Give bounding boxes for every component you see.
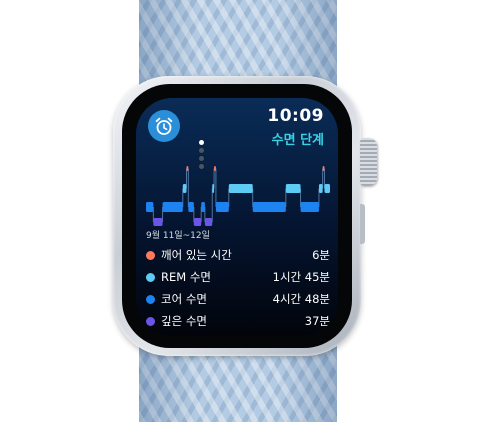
legend-row-core[interactable]: 코어 수면 4시간 48분	[146, 288, 330, 310]
legend-label-core: 코어 수면	[161, 292, 207, 306]
page-indicator	[199, 140, 205, 172]
sleep-stage-chart	[146, 166, 330, 226]
stage-segment-awake	[322, 166, 325, 171]
status-time: 10:09	[267, 106, 324, 126]
stage-segment-core	[146, 202, 154, 212]
legend-value-deep: 37분	[304, 314, 330, 328]
stage-segment-deep	[153, 218, 163, 226]
stage-segment-deep	[204, 218, 213, 226]
legend-value-awake: 6분	[312, 248, 330, 262]
sleep-stage-legend: 깨어 있는 시간 6분 REM 수면 1시간 45분코어 수면 4시간 48분깊은 수면…	[146, 244, 330, 332]
page-dot-4	[199, 164, 204, 169]
legend-row-deep[interactable]: 깊은 수면 37분	[146, 310, 330, 332]
stage-segment-core	[252, 202, 286, 212]
stage-segment-core	[201, 202, 205, 212]
alarm-clock-glyph	[155, 117, 173, 135]
legend-dot-deep	[146, 316, 155, 326]
stage-segment-rem	[324, 184, 330, 193]
stage-segment-core	[215, 202, 229, 212]
legend-value-rem: 1시간 45분	[272, 270, 330, 284]
legend-label-rem: REM 수면	[161, 270, 211, 284]
legend-row-rem[interactable]: REM 수면 1시간 45분	[146, 266, 330, 288]
page-dot-2	[199, 148, 204, 153]
stage-segment-awake	[186, 166, 189, 171]
legend-dot-core	[146, 294, 155, 304]
stage-segment-rem	[182, 184, 187, 193]
stage-segment-deep	[193, 218, 202, 226]
side-button[interactable]	[360, 204, 365, 244]
alarm-clock-icon[interactable]	[148, 110, 180, 142]
page-dot-3	[199, 156, 204, 161]
legend-label-awake: 깨어 있는 시간	[161, 248, 232, 262]
legend-row-awake[interactable]: 깨어 있는 시간 6분	[146, 244, 330, 266]
legend-value-core: 4시간 48분	[272, 292, 330, 306]
legend-dot-awake	[146, 250, 155, 260]
stage-segment-core	[188, 202, 194, 212]
stage-segment-awake	[214, 166, 216, 171]
stage-segment-core	[162, 202, 183, 212]
stage-segment-rem	[228, 184, 253, 193]
legend-label-deep: 깊은 수면	[161, 314, 207, 328]
stage-segment-rem	[285, 184, 301, 193]
digital-crown[interactable]	[360, 138, 377, 186]
legend-dot-rem	[146, 272, 155, 282]
app-title: 수면 단계	[271, 133, 324, 148]
watch-screen: 10:09 수면 단계 9월 11일~12일 깨어 있는 시간 6분 REM 수면 1…	[136, 98, 338, 336]
page-dot-1	[199, 140, 204, 145]
stage-segment-rem	[212, 184, 215, 193]
date-range: 9월 11일~12일	[146, 231, 210, 241]
stage-segment-rem	[318, 184, 323, 193]
stage-segment-core	[300, 202, 319, 212]
